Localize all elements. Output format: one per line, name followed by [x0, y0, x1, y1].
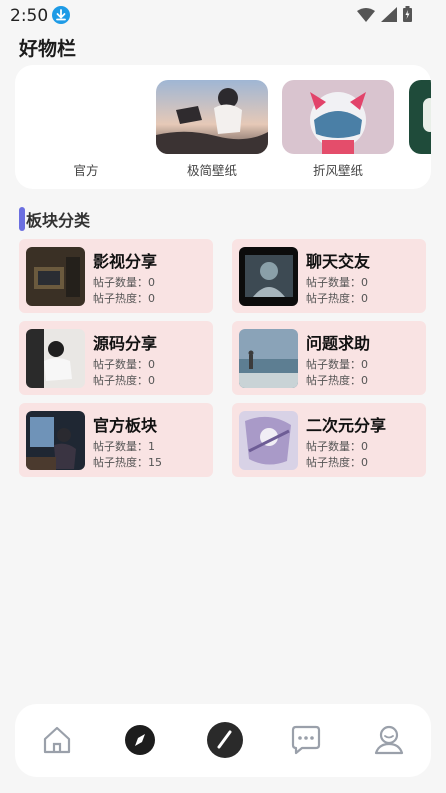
shelf-thumb-image: [282, 80, 394, 154]
shelf-item-zhefeng-wallpaper[interactable]: 折风壁纸: [282, 80, 394, 179]
signal-icon: [381, 6, 397, 26]
category-name: 聊天交友: [306, 252, 371, 271]
nav-profile-button[interactable]: [371, 722, 407, 758]
nav-home-button[interactable]: [39, 722, 75, 758]
post-heat: 帖子热度：0: [306, 374, 368, 387]
category-card[interactable]: 问题求助 帖子数量：0 帖子热度：0: [232, 321, 426, 395]
compass-icon: [122, 725, 158, 762]
chat-icon: [288, 725, 324, 762]
shelf-item-label: 折风壁纸: [312, 163, 363, 178]
shelf-thumb-image: [156, 80, 268, 154]
profile-icon: [371, 725, 407, 762]
wifi-icon: [357, 7, 375, 26]
category-image: [26, 411, 85, 470]
post-heat: 帖子热度：0: [93, 374, 155, 387]
status-bar: 2:50: [0, 0, 446, 32]
category-image: [239, 329, 298, 388]
category-name: 官方板块: [93, 416, 158, 435]
nav-messages-button[interactable]: [288, 722, 324, 758]
category-name: 二次元分享: [306, 416, 387, 435]
goods-shelf: 官方 极简壁纸 折风壁纸: [15, 65, 431, 189]
category-card[interactable]: 官方板块 帖子数量：1 帖子热度：15: [19, 403, 213, 477]
category-image: [239, 411, 298, 470]
post-heat: 帖子热度：0: [93, 292, 155, 305]
status-time: 2:50: [10, 6, 49, 26]
post-count: 帖子数量：0: [306, 276, 368, 289]
category-card[interactable]: 二次元分享 帖子数量：0 帖子热度：0: [232, 403, 426, 477]
category-image: [239, 247, 298, 306]
category-accent-bar: [19, 207, 25, 231]
shelf-item-official[interactable]: 官方: [30, 80, 142, 179]
category-header: 板块分类: [19, 206, 90, 232]
post-count: 帖子数量：1: [93, 440, 155, 453]
shelf-item-label: 官方: [73, 163, 99, 178]
category-name: 源码分享: [93, 334, 158, 353]
post-count: 帖子数量：0: [306, 440, 368, 453]
post-heat: 帖子热度：0: [306, 292, 368, 305]
category-card[interactable]: 聊天交友 帖子数量：0 帖子热度：0: [232, 239, 426, 313]
shelf-item-label: 极简壁纸: [186, 163, 237, 178]
page-title: 好物栏: [19, 38, 77, 60]
category-name: 问题求助: [306, 334, 371, 353]
nav-discover-button[interactable]: [122, 722, 158, 758]
download-icon: [52, 6, 70, 24]
post-count: 帖子数量：0: [93, 276, 155, 289]
post-heat: 帖子热度：0: [306, 456, 368, 469]
post-heat: 帖子热度：15: [93, 456, 162, 469]
battery-icon: [403, 6, 412, 26]
category-title: 板块分类: [26, 211, 91, 230]
category-name: 影视分享: [93, 252, 158, 271]
shelf-thumb-image: [409, 80, 431, 154]
shelf-item-minimal-wallpaper[interactable]: 极简壁纸: [156, 80, 268, 179]
post-count: 帖子数量：0: [306, 358, 368, 371]
post-count: 帖子数量：0: [93, 358, 155, 371]
nav-post-button[interactable]: [205, 720, 245, 760]
category-image: [26, 247, 85, 306]
category-card[interactable]: 源码分享 帖子数量：0 帖子热度：0: [19, 321, 213, 395]
bottom-nav: [15, 704, 431, 777]
shelf-thumb: [30, 80, 142, 154]
home-icon: [39, 726, 75, 762]
shelf-item-partial[interactable]: [409, 80, 431, 154]
category-card[interactable]: 影视分享 帖子数量：0 帖子热度：0: [19, 239, 213, 313]
pencil-icon: [205, 722, 245, 764]
category-image: [26, 329, 85, 388]
